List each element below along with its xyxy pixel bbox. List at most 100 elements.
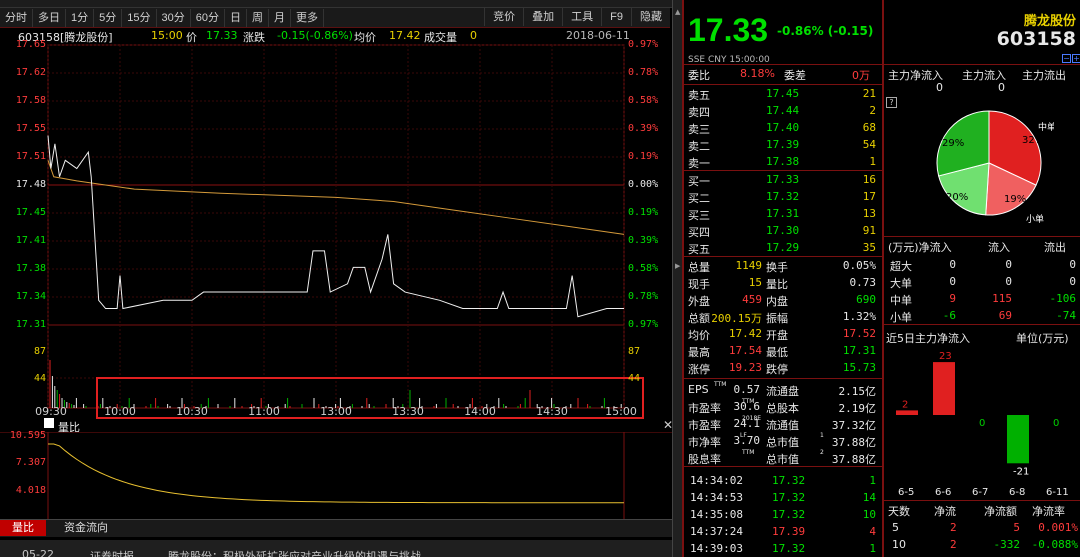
tick-row[interactable]: 14:39:03 17.32 1: [684, 540, 880, 557]
stat-row[interactable]: 外盘 459 内盘 690: [684, 291, 880, 308]
volume-ratio-line: [48, 443, 625, 504]
bid-row[interactable]: 买二 17.32 17: [684, 188, 880, 205]
bid-label: 买五: [688, 243, 710, 256]
tool-button-0[interactable]: 竞价: [484, 8, 523, 26]
chevron-up-icon[interactable]: ▲: [675, 8, 680, 16]
stat-label: 换手: [766, 261, 788, 274]
summary-days: 10: [892, 538, 906, 551]
price-tick: 17.55: [15, 123, 46, 134]
period-button-6[interactable]: 60分: [191, 8, 225, 27]
help-icon[interactable]: ?: [886, 97, 897, 108]
bid-label: 买二: [688, 192, 710, 205]
price-tick: 17.62: [15, 67, 46, 78]
stat-label: 开盘: [766, 329, 788, 342]
stat-row[interactable]: 现手 15 量比 0.73: [684, 274, 880, 291]
bid-price: 17.30: [766, 224, 800, 237]
period-button-2[interactable]: 1分: [66, 8, 95, 27]
percent-tick: 0.78%: [628, 67, 659, 78]
minus-icon[interactable]: −: [1062, 54, 1071, 63]
ratio-tick: 7.307: [15, 457, 46, 468]
chevron-right-icon[interactable]: ▶: [675, 262, 680, 270]
summary-row[interactable]: 5 2 5 0.001%: [884, 519, 1080, 536]
period-button-10[interactable]: 更多: [291, 8, 324, 27]
ask-price: 17.44: [766, 104, 800, 117]
percent-tick: 0.78%: [628, 291, 659, 302]
plus-icon[interactable]: +: [1072, 54, 1080, 63]
flow-row[interactable]: 小单 -6 69 -74: [884, 307, 1080, 324]
period-button-0[interactable]: 分时: [0, 8, 33, 27]
tool-button-4[interactable]: 隐藏: [631, 8, 670, 26]
average-price-line: [47, 160, 625, 235]
five-day-date: 6-6: [935, 487, 951, 498]
tick-row[interactable]: 14:35:08 17.32 10: [684, 506, 880, 523]
ask-row[interactable]: 卖三 17.40 68: [684, 119, 880, 136]
ask-row[interactable]: 卖五 17.45 21: [684, 85, 880, 102]
stat-row[interactable]: 最高 17.54 最低 17.31: [684, 342, 880, 359]
tick-price: 17.32: [772, 508, 806, 521]
period-button-7[interactable]: 日: [225, 8, 247, 27]
period-button-5[interactable]: 30分: [157, 8, 191, 27]
bid-volume: 35: [862, 241, 876, 254]
bid-volume: 13: [862, 207, 876, 220]
tool-button-3[interactable]: F9: [601, 8, 631, 26]
scrollbar[interactable]: ▲ ▶: [672, 0, 682, 557]
stat-row[interactable]: 总量 1149 换手 0.05%: [684, 257, 880, 274]
fundamental-row[interactable]: 市盈率 2018E 24.1 流通值 37.32亿: [684, 415, 880, 432]
bid-row[interactable]: 买一 17.33 16: [684, 171, 880, 188]
five-day-unit: 单位(万元): [1016, 332, 1069, 345]
flow-net: 0: [949, 258, 956, 271]
price-tick: 17.45: [15, 207, 46, 218]
fund-value: 37.88亿: [831, 453, 876, 466]
fund-value: 3.70: [733, 434, 761, 447]
bid-price: 17.32: [766, 190, 800, 203]
fundamental-row[interactable]: EPS TTM 0.57 流通盘 2.15亿: [684, 381, 880, 398]
stat-value: 1149: [735, 259, 763, 272]
stat-row[interactable]: 均价 17.42 开盘 17.52: [684, 325, 880, 342]
ask-price: 17.39: [766, 138, 800, 151]
tool-button-1[interactable]: 叠加: [523, 8, 562, 26]
flow-table-header: (万元)净流入: [888, 241, 952, 254]
stat-row[interactable]: 涨停 19.23 跌停 15.73: [684, 359, 880, 376]
period-button-9[interactable]: 月: [269, 8, 291, 27]
fund-label: 总市值: [766, 436, 799, 449]
tick-row[interactable]: 14:37:24 17.39 4: [684, 523, 880, 540]
ask-row[interactable]: 卖四 17.44 2: [684, 102, 880, 119]
bid-row[interactable]: 买五 17.29 35: [684, 239, 880, 256]
period-button-1[interactable]: 多日: [33, 8, 66, 27]
news-strip[interactable]: 05-22 证券时报 腾龙股份：积极外延扩张应对产业升级的机遇与挑战: [0, 540, 672, 557]
tab-capital-flow[interactable]: 资金流向: [52, 520, 120, 536]
fundamental-row[interactable]: 市净率 LF 3.70 总市值 1 37.88亿: [684, 432, 880, 449]
tick-volume: 1: [869, 542, 876, 555]
period-button-4[interactable]: 15分: [122, 8, 157, 27]
pie-category: 小单: [1026, 213, 1044, 225]
fundamental-row[interactable]: 市盈率 TTM 30.6 总股本 2.19亿: [684, 398, 880, 415]
stat-label: 总额: [688, 312, 710, 325]
fund-label: 总股本: [766, 402, 799, 415]
tab-volume-ratio[interactable]: 量比: [0, 520, 46, 536]
flow-row[interactable]: 大单 0 0 0: [884, 273, 1080, 290]
bid-row[interactable]: 买四 17.30 91: [684, 222, 880, 239]
five-day-bar: [896, 410, 918, 415]
summary-row[interactable]: 10 2 -332 -0.088%: [884, 536, 1080, 553]
flow-out: -74: [1056, 309, 1076, 322]
period-button-3[interactable]: 5分: [94, 8, 123, 27]
stock-name: 腾龙股份: [1023, 14, 1076, 29]
ask-row[interactable]: 卖二 17.39 54: [684, 136, 880, 153]
fundamental-row[interactable]: 股息率 TTM 总市值 2 37.88亿: [684, 449, 880, 466]
bid-row[interactable]: 买三 17.31 13: [684, 205, 880, 222]
flow-in: 0: [1005, 275, 1012, 288]
tick-time: 14:35:08: [690, 508, 743, 521]
percent-tick: 0.00%: [628, 179, 659, 190]
tick-row[interactable]: 14:34:53 17.32 14: [684, 489, 880, 506]
ask-row[interactable]: 卖一 17.38 1: [684, 153, 880, 170]
flow-row[interactable]: 超大 0 0 0: [884, 256, 1080, 273]
percent-tick: 0.39%: [628, 123, 659, 134]
tick-row[interactable]: 14:34:02 17.32 1: [684, 472, 880, 489]
bid-label: 买一: [688, 175, 710, 188]
stat-row[interactable]: 总额 200.15万 振幅 1.32%: [684, 308, 880, 325]
flow-row[interactable]: 中单 9 115 -106: [884, 290, 1080, 307]
five-day-title: 近5日主力净流入: [886, 332, 970, 345]
stat-value: 15: [748, 276, 762, 289]
tool-button-2[interactable]: 工具: [562, 8, 601, 26]
period-button-8[interactable]: 周: [247, 8, 269, 27]
